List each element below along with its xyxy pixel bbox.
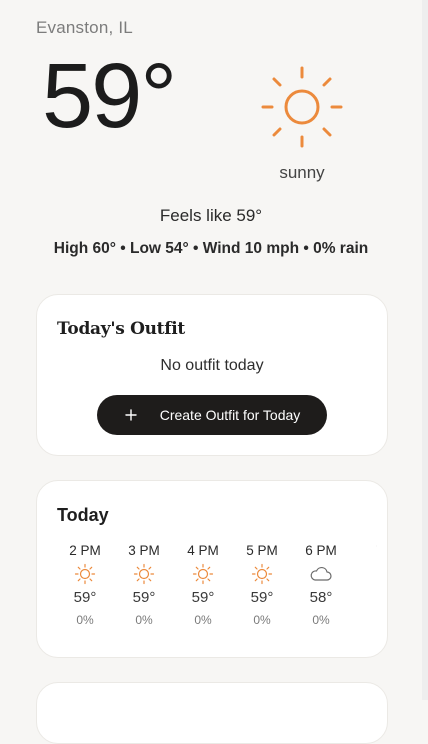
hour-time: 4 PM (187, 543, 219, 558)
sun-icon (74, 563, 96, 585)
hour-temp: 59° (250, 589, 274, 606)
hour-temp: 58° (309, 589, 333, 606)
hour-rain: 0% (194, 613, 212, 627)
hourly-list[interactable]: 2 PM 59° 0% 3 PM 59° 0% 4 PM 59° 0% 5 PM… (57, 543, 377, 633)
sun-icon (133, 563, 155, 585)
hour-rain: 0% (135, 613, 153, 627)
hourly-title: Today (57, 505, 109, 525)
hour-temp: 59° (191, 589, 215, 606)
hour-time: 3 PM (128, 543, 160, 558)
weather-details: High 60° • Low 54° • Wind 10 mph • 0% ra… (53, 240, 369, 257)
hour-time: 6 PM (305, 543, 337, 558)
outfit-title: Today's Outfit (57, 319, 185, 339)
location-label: Evanston, IL (36, 18, 133, 37)
hour-item: 5 PM 59° 0% (234, 543, 290, 627)
create-outfit-button[interactable]: Create Outfit for Today (97, 395, 327, 435)
hour-time: 5 PM (246, 543, 278, 558)
feels-like-label: Feels like 59° (159, 206, 263, 225)
hour-time: 2 PM (69, 543, 101, 558)
hour-item: 4 PM 59° 0% (175, 543, 231, 627)
sun-icon (261, 66, 343, 148)
hourly-forecast-card: Today 2 PM 59° 0% 3 PM 59° 0% 4 PM 59° 0… (36, 480, 388, 658)
next-card (36, 682, 388, 744)
plus-icon (125, 409, 137, 421)
hour-rain: 0% (312, 613, 330, 627)
cloud-icon (310, 566, 332, 581)
sun-icon (192, 563, 214, 585)
condition-label: sunny (279, 163, 325, 182)
hour-item: 6 PM 58° 0% (293, 543, 349, 627)
scrollbar[interactable] (422, 0, 428, 700)
weather-page: Evanston, IL 59° sunny Feels like 59° Hi… (0, 0, 422, 744)
current-temperature: 59° (42, 45, 177, 147)
create-outfit-label: Create Outfit for Today (159, 407, 301, 423)
hour-rain: 0% (76, 613, 94, 627)
hour-time: 7 (352, 543, 377, 561)
hour-temp: 59° (132, 589, 156, 606)
hour-item: 3 PM 59° 0% (116, 543, 172, 627)
hour-rain: 0% (253, 613, 271, 627)
outfit-card: Today's Outfit No outfit today Create Ou… (36, 294, 388, 456)
hour-temp: 59° (73, 589, 97, 606)
sun-icon (251, 563, 273, 585)
no-outfit-text: No outfit today (160, 357, 264, 374)
hour-item: 2 PM 59° 0% (57, 543, 113, 627)
hour-item: 7 (352, 543, 377, 561)
